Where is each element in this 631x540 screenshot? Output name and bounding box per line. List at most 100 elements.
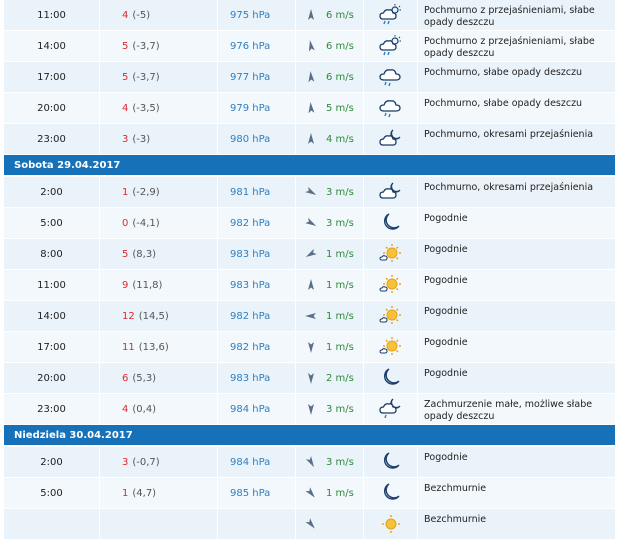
temperature-cell: 4 (-3,5) xyxy=(100,93,218,123)
feels-like-value: (-2,9) xyxy=(132,186,160,198)
weather-icon-cell xyxy=(364,62,418,92)
feels-like-value: (-3,7) xyxy=(132,40,160,52)
temperature-cell: 9 (11,8) xyxy=(100,270,218,300)
cloud-moon-icon xyxy=(378,180,404,204)
temperature-cell xyxy=(100,509,218,539)
wind-speed: 6 m/s xyxy=(326,71,354,83)
weather-icon-cell xyxy=(364,301,418,331)
temperature-cell: 5 (-3,7) xyxy=(100,62,218,92)
temperature-cell: 4 (-5) xyxy=(100,0,218,30)
weather-description: Pochmurno, słabe opady deszczu xyxy=(424,67,583,78)
wind-direction-arrow-icon xyxy=(300,70,322,84)
forecast-row: 23:00 3 (-3) 980 hPa 4 m/s Pochmurno, okresam… xyxy=(4,124,615,155)
wind-direction-arrow-icon xyxy=(300,309,322,323)
wind-speed: 3 m/s xyxy=(326,456,354,468)
cloud-rain-icon xyxy=(378,65,404,89)
time-cell: 14:00 xyxy=(4,301,100,331)
weather-description: Pogodnie xyxy=(424,306,468,317)
temperature-value: 1 xyxy=(122,186,129,198)
temperature-value: 5 xyxy=(122,71,129,83)
temperature-cell: 1 (-2,9) xyxy=(100,177,218,207)
weather-description: Pogodnie xyxy=(424,452,468,463)
cloud-moon-rain-icon xyxy=(378,397,404,421)
wind-direction-arrow-icon xyxy=(300,278,322,292)
day-header: Niedziela 30.04.2017 xyxy=(4,425,615,447)
time-cell: 2:00 xyxy=(4,447,100,477)
wind-direction-arrow-icon xyxy=(300,455,322,469)
forecast-row: 5:00 0 (-4,1) 982 hPa 3 m/s Pogodnie xyxy=(4,208,615,239)
pressure-cell: 977 hPa xyxy=(218,62,296,92)
forecast-row: 17:00 11 (13,6) 982 hPa 1 m/s Pogodnie xyxy=(4,332,615,363)
temperature-value: 3 xyxy=(122,456,129,468)
weather-description: Bezchmurnie xyxy=(424,483,487,494)
wind-direction-arrow-icon xyxy=(300,402,322,416)
wind-cell: 3 m/s xyxy=(296,447,364,477)
temperature-cell: 0 (-4,1) xyxy=(100,208,218,238)
wind-direction-arrow-icon xyxy=(300,8,322,22)
forecast-row: 11:00 4 (-5) 975 hPa 6 m/s Pochmurno z przeja… xyxy=(4,0,615,31)
wind-cell: 2 m/s xyxy=(296,363,364,393)
temperature-cell: 11 (13,6) xyxy=(100,332,218,362)
wind-direction-arrow-icon xyxy=(300,101,322,115)
pressure-cell: 979 hPa xyxy=(218,93,296,123)
wind-direction-arrow-icon xyxy=(300,216,322,230)
wind-cell: 3 m/s xyxy=(296,177,364,207)
weather-icon-cell xyxy=(364,270,418,300)
forecast-row: 8:00 5 (8,3) 983 hPa 1 m/s Pogodnie xyxy=(4,239,615,270)
forecast-row: 2:00 1 (-2,9) 981 hPa 3 m/s Pochmurno, okresa… xyxy=(4,177,615,208)
pressure-cell: 981 hPa xyxy=(218,177,296,207)
weather-description: Pogodnie xyxy=(424,337,468,348)
forecast-row: 23:00 4 (0,4) 984 hPa 3 m/s Zachmurzenie małe… xyxy=(4,394,615,425)
wind-speed: 2 m/s xyxy=(326,372,354,384)
cloud-rain-sun-icon xyxy=(378,34,404,58)
wind-cell: 6 m/s xyxy=(296,0,364,30)
temperature-value: 3 xyxy=(122,133,129,145)
weather-description: Bezchmurnie xyxy=(424,514,487,525)
pressure-cell: 983 hPa xyxy=(218,363,296,393)
weather-icon-cell xyxy=(364,394,418,424)
wind-direction-arrow-icon xyxy=(300,371,322,385)
temperature-value: 5 xyxy=(122,248,129,260)
feels-like-value: (5,3) xyxy=(132,372,157,384)
wind-direction-arrow-icon xyxy=(300,247,322,261)
feels-like-value: (11,8) xyxy=(132,279,163,291)
sun-cloud-icon xyxy=(378,335,404,359)
wind-direction-arrow-icon xyxy=(300,39,322,53)
forecast-row: 20:00 6 (5,3) 983 hPa 2 m/s Pogodnie xyxy=(4,363,615,394)
wind-speed: 1 m/s xyxy=(326,279,354,291)
time-cell: 23:00 xyxy=(4,394,100,424)
time-cell: 2:00 xyxy=(4,177,100,207)
weather-icon-cell xyxy=(364,208,418,238)
weather-icon-cell xyxy=(364,0,418,30)
time-cell: 11:00 xyxy=(4,270,100,300)
time-cell: 11:00 xyxy=(4,0,100,30)
pressure-cell: 982 hPa xyxy=(218,332,296,362)
weather-icon-cell xyxy=(364,31,418,61)
temperature-cell: 3 (-3) xyxy=(100,124,218,154)
weather-icon-cell xyxy=(364,124,418,154)
wind-cell xyxy=(296,509,364,539)
time-cell: 20:00 xyxy=(4,93,100,123)
pressure-cell: 980 hPa xyxy=(218,124,296,154)
temperature-value: 4 xyxy=(122,102,129,114)
forecast-row: 5:00 1 (4,7) 985 hPa 1 m/s Bezchmurnie xyxy=(4,478,615,509)
weather-icon-cell xyxy=(364,239,418,269)
weather-icon-cell xyxy=(364,447,418,477)
sun-cloud-icon xyxy=(378,242,404,266)
wind-cell: 1 m/s xyxy=(296,301,364,331)
weather-description: Pogodnie xyxy=(424,368,468,379)
temperature-cell: 5 (8,3) xyxy=(100,239,218,269)
sun-cloud-icon xyxy=(378,273,404,297)
pressure-cell: 982 hPa xyxy=(218,208,296,238)
feels-like-value: (-3,7) xyxy=(132,71,160,83)
weather-icon-cell xyxy=(364,363,418,393)
pressure-cell: 983 hPa xyxy=(218,270,296,300)
time-cell: 17:00 xyxy=(4,62,100,92)
feels-like-value: (4,7) xyxy=(132,487,157,499)
feels-like-value: (0,4) xyxy=(132,403,157,415)
weather-description: Pochmurno, okresami przejaśnienia xyxy=(424,182,594,193)
time-cell: 14:00 xyxy=(4,31,100,61)
moon-icon xyxy=(378,481,404,505)
wind-cell: 3 m/s xyxy=(296,394,364,424)
moon-icon xyxy=(378,211,404,235)
